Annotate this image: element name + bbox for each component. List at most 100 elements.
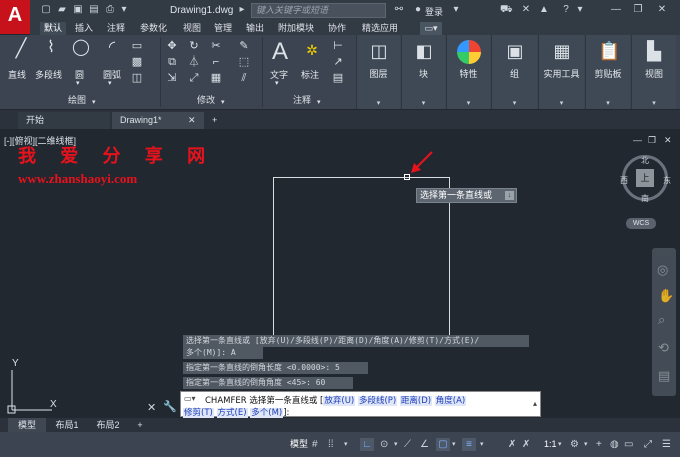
annotation-visibility-icon[interactable]: ✗: [522, 438, 530, 451]
text-button[interactable]: 文字: [270, 68, 288, 81]
arc-dropdown-icon[interactable]: ▾: [108, 79, 112, 87]
cart-icon[interactable]: ⛟: [500, 4, 513, 16]
viewcube-top-face[interactable]: 上: [636, 169, 654, 187]
file-tab-drawing1[interactable]: Drawing1* ✕: [112, 112, 204, 129]
workspace-gear-icon[interactable]: ⚙: [570, 438, 579, 451]
tab-parametric[interactable]: 参数化: [140, 22, 167, 35]
copy-icon[interactable]: ⧉: [165, 55, 179, 69]
viewport-close-icon[interactable]: ✕: [664, 135, 672, 146]
option-trim[interactable]: 修剪(T): [183, 408, 214, 418]
annotation-panel-label[interactable]: 注释: [293, 93, 311, 106]
circle-dropdown-icon[interactable]: ▾: [76, 79, 80, 87]
binoculars-icon[interactable]: ⚯: [392, 4, 406, 16]
tab-collaborate[interactable]: 协作: [328, 22, 346, 35]
erase-icon[interactable]: ✎: [237, 39, 251, 53]
compass-east[interactable]: 东: [663, 175, 671, 186]
grid-icon[interactable]: #: [312, 438, 318, 451]
dimension-button[interactable]: 标注: [301, 68, 319, 81]
viewport-restore-icon[interactable]: ❐: [648, 135, 656, 146]
tab-annotate[interactable]: 注释: [107, 22, 125, 35]
expand-arrow-icon[interactable]: ▸: [236, 4, 248, 16]
layout-tab-model[interactable]: 模型: [8, 418, 46, 432]
clipboard-panel[interactable]: 📋 剪贴板 ▾: [585, 35, 630, 109]
layout-tab-layout1[interactable]: 布局1: [48, 418, 86, 432]
save-icon[interactable]: ▣: [72, 4, 84, 16]
option-undo[interactable]: 放弃(U): [323, 396, 356, 406]
orbit-icon[interactable]: ⟲: [658, 340, 669, 356]
save-as-icon[interactable]: ▤: [88, 4, 100, 16]
help-dropdown-icon[interactable]: ▾: [576, 4, 584, 16]
zoom-icon[interactable]: ⌕: [658, 312, 665, 328]
group-panel[interactable]: ▣ 组 ▾: [491, 35, 537, 109]
plot-icon[interactable]: ⎙: [104, 4, 116, 16]
annotation-panel-expand-icon[interactable]: ▾: [317, 98, 321, 106]
text-icon[interactable]: A: [269, 39, 291, 65]
arc-button[interactable]: 圆弧: [103, 68, 121, 81]
table-icon[interactable]: ▤: [331, 71, 345, 85]
hardware-acceleration-icon[interactable]: ▭: [624, 438, 633, 451]
login-dropdown-icon[interactable]: ▾: [450, 4, 462, 16]
option-multiple[interactable]: 多个(M): [250, 408, 284, 418]
ortho-icon[interactable]: ∟: [360, 438, 374, 451]
isolate-icon[interactable]: ◍: [610, 438, 619, 451]
fillet-icon[interactable]: ⌐: [209, 55, 223, 69]
tab-default[interactable]: 默认: [40, 22, 67, 35]
minimize-icon[interactable]: —: [610, 4, 622, 16]
tab-view[interactable]: 视图: [183, 22, 201, 35]
stretch-icon[interactable]: ⇲: [165, 71, 179, 85]
line-icon[interactable]: ╱: [12, 39, 30, 57]
isodraft-icon[interactable]: ⟋: [404, 438, 411, 451]
customize-menu-icon[interactable]: ☰: [662, 438, 671, 451]
view-dropdown-icon[interactable]: ▾: [632, 99, 676, 107]
utilities-dropdown-icon[interactable]: ▾: [539, 99, 584, 107]
model-space-toggle[interactable]: 模型: [290, 438, 308, 451]
rectangle-icon[interactable]: ▭: [130, 39, 144, 53]
file-tab-start[interactable]: 开始: [18, 112, 110, 129]
text-dropdown-icon[interactable]: ▾: [275, 79, 279, 87]
compass-north[interactable]: 北: [641, 155, 649, 166]
option-method[interactable]: 方式(E): [216, 408, 248, 418]
close-tab-icon[interactable]: ✕: [188, 112, 196, 129]
fullscreen-icon[interactable]: ⤢: [644, 438, 652, 451]
command-recent-icon[interactable]: ▭▾: [184, 394, 196, 403]
polar-icon[interactable]: ⊙: [380, 438, 388, 451]
workspace-dropdown-icon[interactable]: ▾: [584, 438, 588, 451]
login-link[interactable]: 登录: [425, 5, 443, 18]
osnap-dropdown-icon[interactable]: ▾: [452, 438, 456, 451]
viewport-minimize-icon[interactable]: —: [633, 135, 642, 145]
pan-icon[interactable]: ✋: [658, 288, 674, 304]
polyline-icon[interactable]: ⌇: [42, 40, 60, 56]
dimension-icon[interactable]: ✲: [303, 43, 321, 57]
trim-icon[interactable]: ✂: [209, 39, 223, 53]
tab-manage[interactable]: 管理: [214, 22, 232, 35]
line-button[interactable]: 直线: [8, 68, 26, 81]
block-panel[interactable]: ◧ 块 ▾: [401, 35, 445, 109]
undo-dropdown-icon[interactable]: ▾: [120, 4, 128, 16]
help-icon[interactable]: ?: [560, 4, 572, 16]
lineweight-icon[interactable]: ≡: [462, 438, 476, 451]
tab-output[interactable]: 输出: [246, 22, 264, 35]
snap-dropdown-icon[interactable]: ▾: [344, 438, 348, 451]
search-input[interactable]: 键入关键字或短语: [251, 3, 386, 18]
draw-panel-expand-icon[interactable]: ▾: [92, 98, 96, 106]
command-customize-icon[interactable]: 🔧: [163, 400, 177, 413]
layers-panel[interactable]: ◫ 图层 ▾: [356, 35, 400, 109]
properties-dropdown-icon[interactable]: ▾: [447, 99, 490, 107]
clipboard-dropdown-icon[interactable]: ▾: [586, 99, 630, 107]
group-dropdown-icon[interactable]: ▾: [492, 99, 537, 107]
restore-icon[interactable]: ❐: [632, 4, 644, 16]
compass-south[interactable]: 南: [641, 193, 649, 204]
array-icon[interactable]: ▦: [209, 71, 223, 85]
draw-panel-label[interactable]: 绘图: [68, 93, 86, 106]
modify-panel-label[interactable]: 修改: [197, 93, 215, 106]
modify-panel-expand-icon[interactable]: ▾: [221, 98, 225, 106]
explode-icon[interactable]: ⬚: [237, 55, 251, 69]
linear-dim-icon[interactable]: ⊢: [331, 39, 345, 53]
polyline-button[interactable]: 多段线: [35, 68, 62, 81]
offset-icon[interactable]: ⫽: [237, 71, 251, 85]
object-snap-tracking-icon[interactable]: ∠: [420, 438, 429, 451]
scale-dropdown-icon[interactable]: ▾: [558, 438, 562, 451]
a360-icon[interactable]: ▲: [538, 4, 550, 16]
status-dropdown-icon[interactable]: ▾: [480, 438, 484, 451]
hatch-icon[interactable]: ▩: [130, 55, 144, 69]
